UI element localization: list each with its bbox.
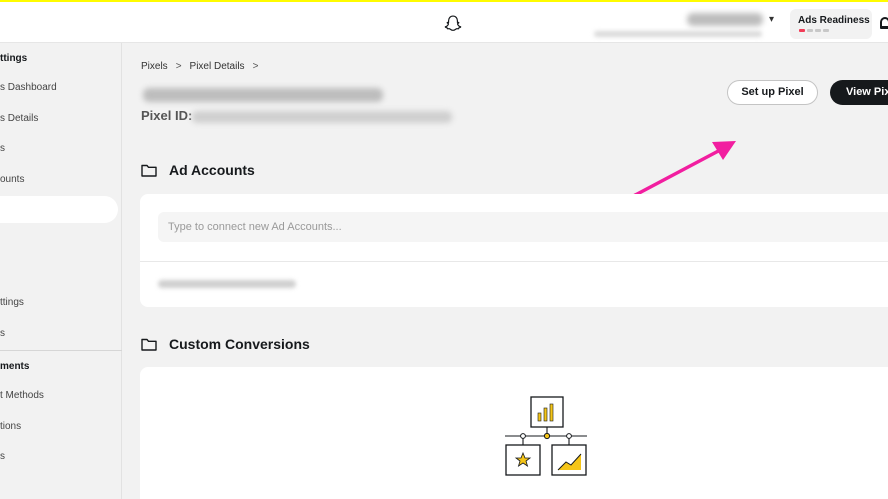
set-up-pixel-button[interactable]: Set up Pixel (727, 80, 818, 105)
pixel-id-redacted (192, 111, 452, 123)
connected-ad-account-redacted[interactable] (158, 280, 296, 288)
sidebar-item[interactable]: s Dashboard (0, 82, 57, 93)
chevron-down-icon[interactable]: ▾ (769, 14, 774, 25)
main-content: Pixels > Pixel Details > Pixel ID: Set u… (122, 43, 888, 499)
sidebar-item[interactable]: s (0, 143, 5, 154)
custom-conversions-header: Custom Conversions (141, 336, 310, 352)
top-bar: ▾ Ads Readiness (0, 0, 888, 43)
ads-readiness-widget[interactable]: Ads Readiness (790, 9, 872, 39)
user-name-redacted[interactable] (687, 13, 763, 26)
ads-readiness-label: Ads Readiness (798, 15, 870, 26)
sidebar-divider (0, 350, 122, 351)
sidebar-item[interactable]: t Methods (0, 390, 44, 401)
progress-segment (823, 29, 829, 32)
sidebar-item[interactable]: ounts (0, 174, 24, 185)
sidebar-section-header: ments (0, 361, 30, 372)
sidebar-item[interactable]: s (0, 328, 5, 339)
folder-icon (141, 164, 157, 177)
pixel-name-redacted (143, 88, 383, 102)
divider (140, 261, 888, 262)
sidebar-section-header: ttings (0, 53, 28, 64)
custom-conversions-title: Custom Conversions (169, 336, 310, 352)
breadcrumb-separator: > (252, 61, 259, 72)
user-org-redacted (594, 31, 762, 37)
breadcrumb-pixel-details[interactable]: Pixel Details (190, 61, 245, 72)
ad-accounts-title: Ad Accounts (169, 162, 255, 178)
view-pixel-button[interactable]: View Pix (830, 80, 888, 105)
breadcrumb-separator: > (175, 61, 182, 72)
ad-accounts-header: Ad Accounts (141, 162, 255, 178)
ad-accounts-search-input[interactable] (158, 212, 888, 242)
progress-segment (799, 29, 805, 32)
custom-conversions-card (140, 367, 888, 499)
sidebar-item[interactable]: tions (0, 421, 21, 432)
breadcrumb: Pixels > Pixel Details > (141, 61, 258, 72)
ads-readiness-progress (799, 29, 829, 32)
sidebar-item[interactable]: s (0, 451, 5, 462)
snapchat-ghost-icon[interactable] (443, 14, 463, 34)
breadcrumb-pixels[interactable]: Pixels (141, 61, 168, 72)
folder-icon (141, 338, 157, 351)
sidebar-item[interactable]: ttings (0, 297, 24, 308)
progress-segment (815, 29, 821, 32)
conversions-illustration-icon (505, 396, 587, 476)
sidebar-item-active[interactable] (0, 196, 118, 223)
bell-icon[interactable] (880, 17, 888, 29)
sidebar: ttings s Dashboard s Details s ounts ttings s m… (0, 43, 122, 499)
sidebar-item[interactable]: s Details (0, 113, 38, 124)
pixel-id-label: Pixel ID: (141, 108, 193, 123)
progress-segment (807, 29, 813, 32)
ad-accounts-card (140, 194, 888, 307)
